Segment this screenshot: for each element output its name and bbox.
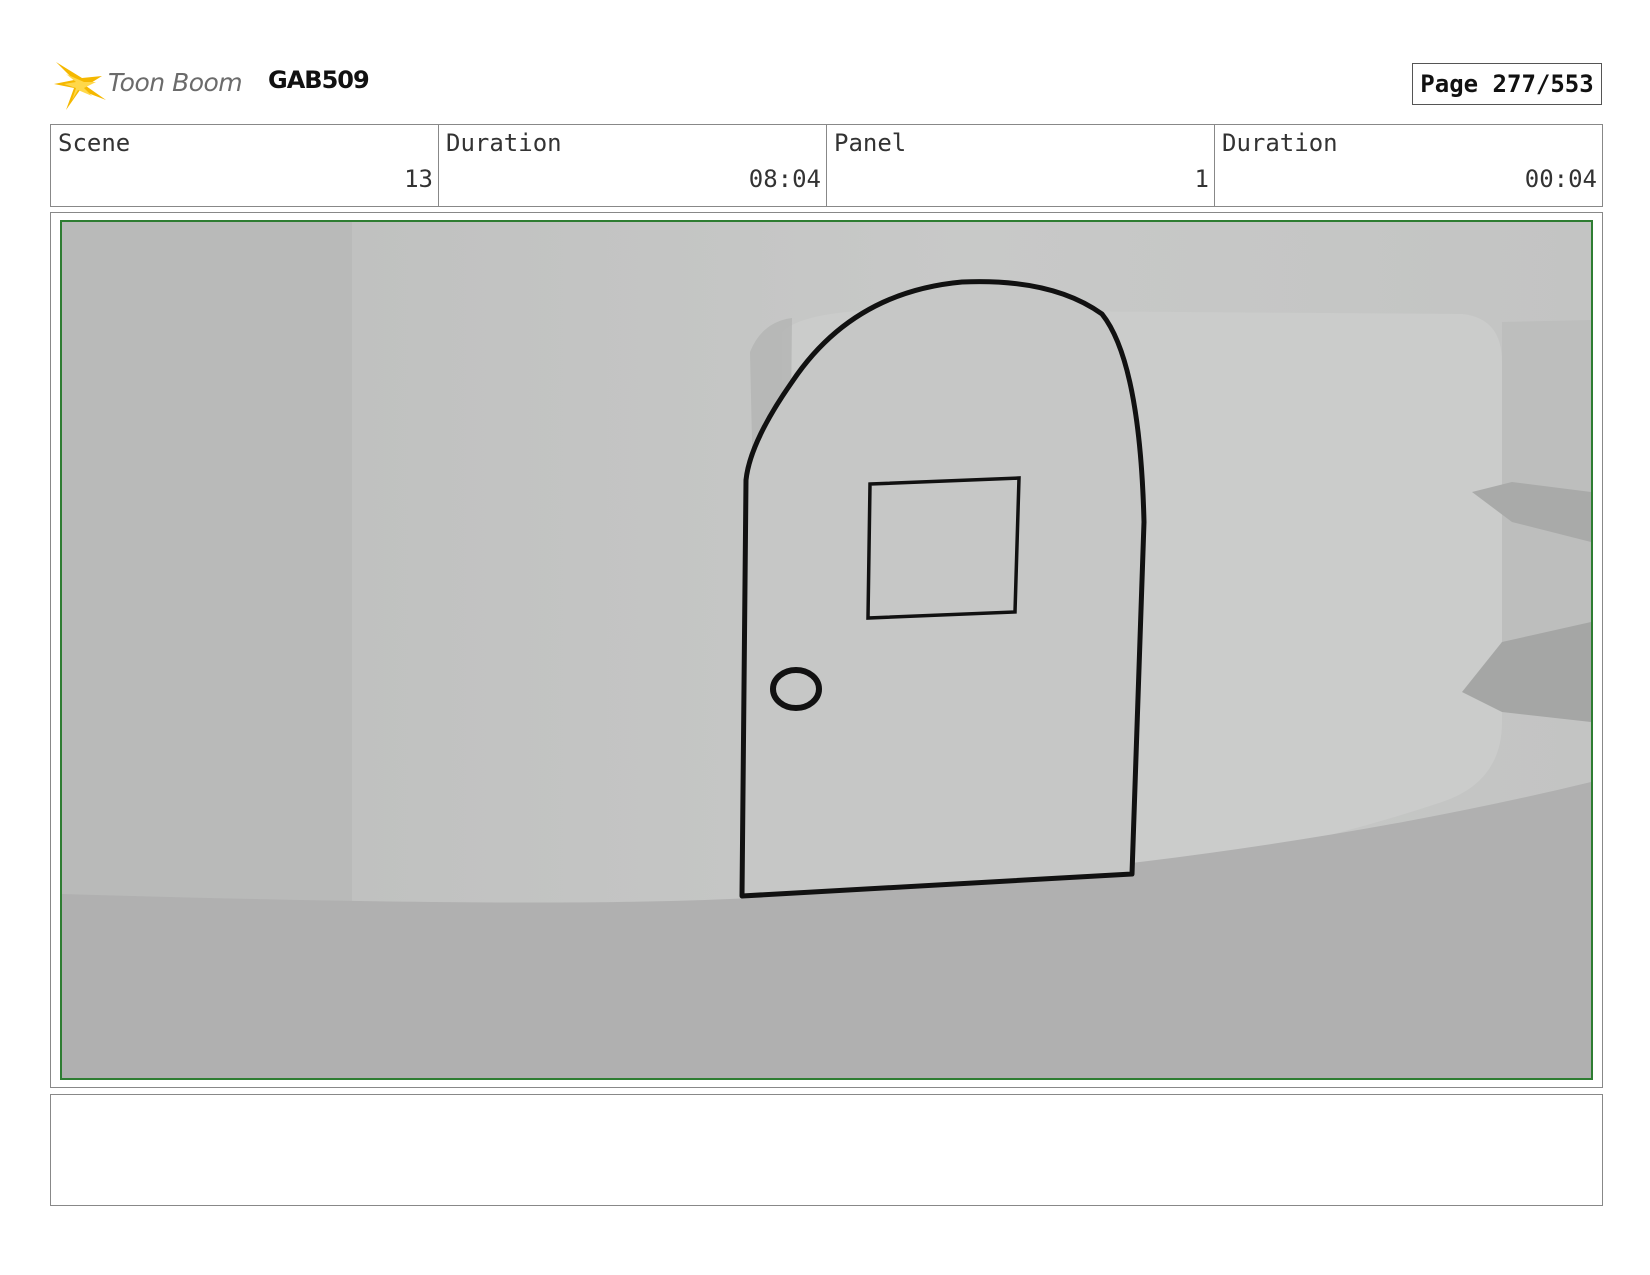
door-sketch [62,222,1591,1078]
page-indicator: Page 277/553 [1412,63,1602,105]
project-code: GAB509 [268,66,370,94]
panel-duration-label: Duration [1222,129,1338,157]
panel-cell: Panel 1 [827,125,1215,206]
panel-label: Panel [834,129,907,157]
scene-duration-label: Duration [446,129,562,157]
notes-box [50,1094,1603,1206]
scene-label: Scene [58,129,131,157]
scene-value: 13 [404,165,433,193]
left-wall-block [62,222,352,922]
panel-value: 1 [1194,165,1209,193]
scene-duration-value: 08:04 [748,165,821,193]
toon-boom-logo: Toon Boom [52,56,252,112]
door-outline [739,279,1147,899]
logo-text: Toon Boom [108,68,243,97]
scene-cell: Scene 13 [51,125,439,206]
scene-duration-cell: Duration 08:04 [439,125,827,206]
starburst-icon [54,62,106,110]
panel-info-row: Scene 13 Duration 08:04 Panel 1 Duration… [50,124,1603,207]
storyboard-panel-image [60,220,1593,1080]
panel-duration-cell: Duration 00:04 [1215,125,1602,206]
panel-duration-value: 00:04 [1524,165,1597,193]
